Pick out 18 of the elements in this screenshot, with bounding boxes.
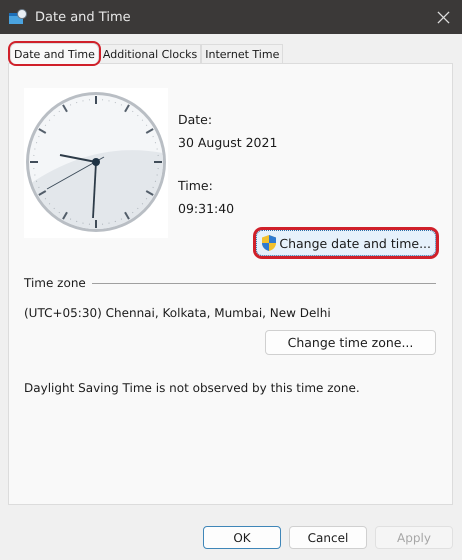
dialog-button[interactable]: Cancel <box>289 526 367 549</box>
calendar-clock-icon <box>9 9 27 25</box>
change-time-zone-button[interactable]: Change time zone... <box>265 330 436 355</box>
dst-note: Daylight Saving Time is not observed by this time zone. <box>24 381 361 395</box>
tab[interactable]: Additional Clocks <box>98 44 202 63</box>
time-zone-value: (UTC+05:30) Chennai, Kolkata, Mumbai, New Delhi <box>24 306 332 320</box>
time-label: Time: <box>178 178 214 193</box>
shield-icon <box>261 234 278 252</box>
time-value: 09:31:40 <box>178 201 236 216</box>
tab[interactable]: Date and Time <box>10 43 99 64</box>
close-icon[interactable] <box>437 10 450 24</box>
dialog-button[interactable]: OK <box>203 526 281 549</box>
time-zone-heading: Time zone <box>24 276 86 290</box>
date-label: Date: <box>178 112 214 127</box>
date-value: 30 August 2021 <box>178 135 278 150</box>
change-date-button[interactable]: Change date and time... <box>256 230 436 256</box>
window-title: Date and Time <box>35 10 132 24</box>
tab[interactable]: Internet Time <box>201 44 284 63</box>
